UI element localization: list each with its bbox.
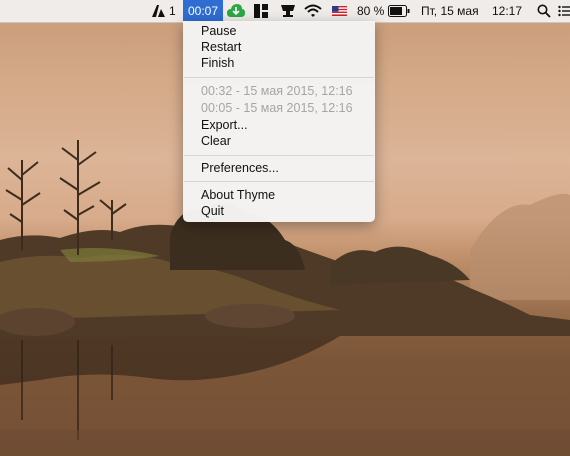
adobe-icon[interactable]	[152, 5, 165, 17]
history-entry: 00:05 - 15 мая 2015, 12:16	[201, 101, 353, 115]
finish-menu-item[interactable]: Finish	[201, 55, 234, 72]
thyme-timer-menu-item[interactable]: 00:07	[183, 0, 223, 22]
menu-separator	[184, 181, 374, 182]
window-layout-icon[interactable]	[254, 4, 268, 18]
pause-menu-item[interactable]: Pause	[201, 23, 236, 40]
export-menu-item[interactable]: Export...	[201, 117, 248, 134]
history-entry: 00:32 - 15 мая 2015, 12:16	[201, 84, 353, 98]
menu-separator	[184, 77, 374, 78]
thyme-dropdown-menu: Pause Restart Finish 00:32 - 15 мая 2015…	[183, 21, 375, 222]
restart-menu-item[interactable]: Restart	[201, 39, 241, 56]
adobe-update-count: 1	[169, 4, 176, 18]
battery-percentage[interactable]: 80 %	[357, 0, 384, 22]
quit-menu-item[interactable]: Quit	[201, 203, 224, 220]
battery-icon[interactable]	[388, 5, 410, 17]
menu-bar: 1 00:07 80 % Пт, 15 мая 12:17	[0, 0, 570, 23]
drive-icon[interactable]	[280, 4, 296, 18]
menu-separator	[184, 155, 374, 156]
menubar-date[interactable]: Пт, 15 мая	[421, 0, 479, 22]
cloud-sync-icon[interactable]	[227, 3, 245, 19]
us-flag-icon[interactable]	[332, 6, 347, 16]
about-menu-item[interactable]: About Thyme	[201, 187, 275, 204]
wifi-icon[interactable]	[304, 4, 322, 18]
clear-menu-item[interactable]: Clear	[201, 133, 231, 150]
notification-list-icon[interactable]	[558, 5, 570, 17]
search-icon[interactable]	[537, 4, 551, 18]
preferences-menu-item[interactable]: Preferences...	[201, 160, 279, 177]
menubar-clock[interactable]: 12:17	[492, 0, 522, 22]
